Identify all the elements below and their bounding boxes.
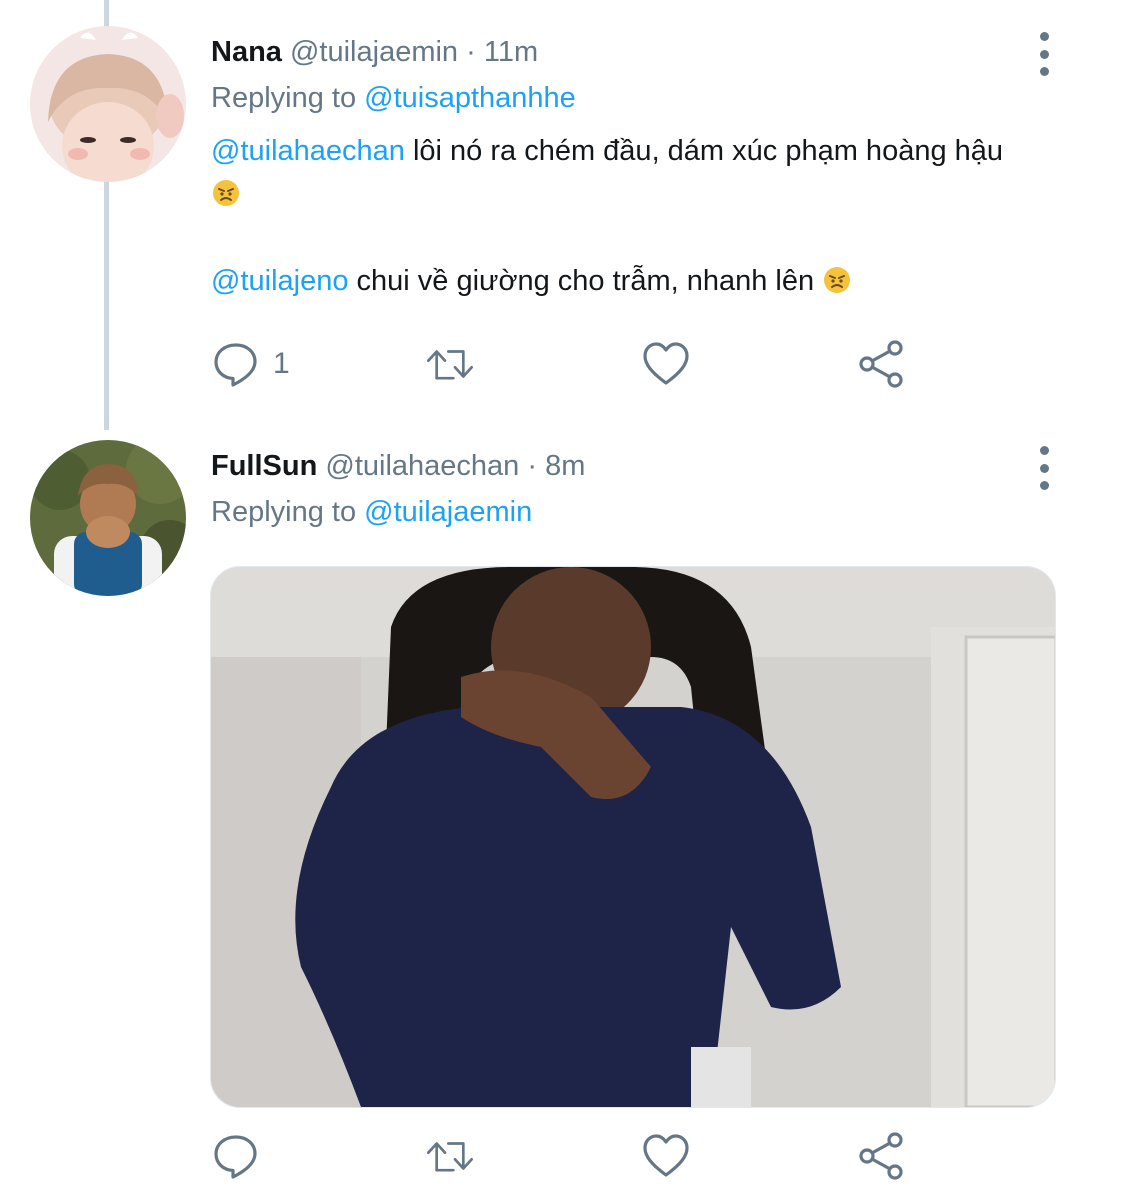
reply-icon bbox=[214, 343, 257, 387]
replying-to: Replying to @tuisapthanhhe bbox=[211, 80, 576, 116]
heart-icon bbox=[643, 342, 689, 385]
retweet-button[interactable] bbox=[425, 338, 475, 390]
tweet-text-segment: lôi nó ra chém đầu, dám xúc phạm hoàng h… bbox=[404, 135, 1004, 167]
separator: · bbox=[527, 450, 538, 482]
retweet-icon bbox=[427, 350, 473, 380]
more-options-icon[interactable] bbox=[1030, 446, 1058, 490]
share-button[interactable] bbox=[857, 338, 907, 390]
share-button[interactable] bbox=[857, 1130, 907, 1182]
tweet-header: FullSun @tuilahaechan · 8m bbox=[211, 448, 585, 484]
angry-face-icon bbox=[211, 178, 241, 208]
reply-button[interactable]: 1 bbox=[211, 338, 290, 390]
heart-icon bbox=[643, 1134, 689, 1177]
share-icon bbox=[859, 1132, 903, 1180]
media-image bbox=[211, 567, 1055, 1107]
handle[interactable]: @tuilajaemin bbox=[290, 36, 458, 68]
separator: · bbox=[466, 36, 476, 68]
replying-to-link[interactable]: @tuilajaemin bbox=[364, 496, 532, 528]
replying-label: Replying to bbox=[211, 82, 357, 114]
replying-to-link[interactable]: @tuisapthanhhe bbox=[364, 82, 576, 114]
tweet-media-photo[interactable] bbox=[210, 566, 1056, 1108]
display-name[interactable]: Nana bbox=[211, 36, 282, 68]
avatar[interactable] bbox=[30, 26, 186, 182]
avatar-image bbox=[30, 26, 186, 182]
tweet-actions: 1 bbox=[211, 338, 931, 390]
like-button[interactable] bbox=[641, 1130, 691, 1182]
avatar-image bbox=[30, 440, 186, 596]
share-icon bbox=[859, 340, 903, 388]
retweet-icon bbox=[427, 1142, 473, 1172]
replying-label: Replying to bbox=[211, 496, 357, 528]
mention-link[interactable]: @tuilajeno bbox=[211, 265, 348, 297]
display-name[interactable]: FullSun bbox=[211, 450, 317, 482]
handle[interactable]: @tuilahaechan bbox=[325, 450, 519, 482]
mention-link[interactable]: @tuilahaechan bbox=[211, 135, 405, 167]
avatar[interactable] bbox=[30, 440, 186, 596]
tweet-text-segment: chui về giường cho trẫm, nhanh lên bbox=[348, 265, 823, 297]
angry-face-icon bbox=[822, 265, 852, 295]
tweet-text: @tuilajeno chui về giường cho trẫm, nhan… bbox=[211, 260, 1071, 303]
reply-button[interactable] bbox=[211, 1130, 261, 1182]
retweet-button[interactable] bbox=[425, 1130, 475, 1182]
reply-count: 1 bbox=[273, 347, 290, 380]
like-button[interactable] bbox=[641, 338, 691, 390]
reply-icon bbox=[214, 1135, 257, 1179]
replying-to: Replying to @tuilajaemin bbox=[211, 494, 532, 530]
timestamp[interactable]: 8m bbox=[545, 450, 585, 482]
timestamp[interactable]: 11m bbox=[484, 36, 538, 68]
tweet-actions bbox=[211, 1130, 931, 1182]
more-options-icon[interactable] bbox=[1030, 32, 1058, 76]
tweet-text: @tuilahaechan lôi nó ra chém đầu, dám xú… bbox=[211, 130, 1071, 216]
tweet-header: Nana @tuilajaemin · 11m bbox=[211, 34, 538, 70]
